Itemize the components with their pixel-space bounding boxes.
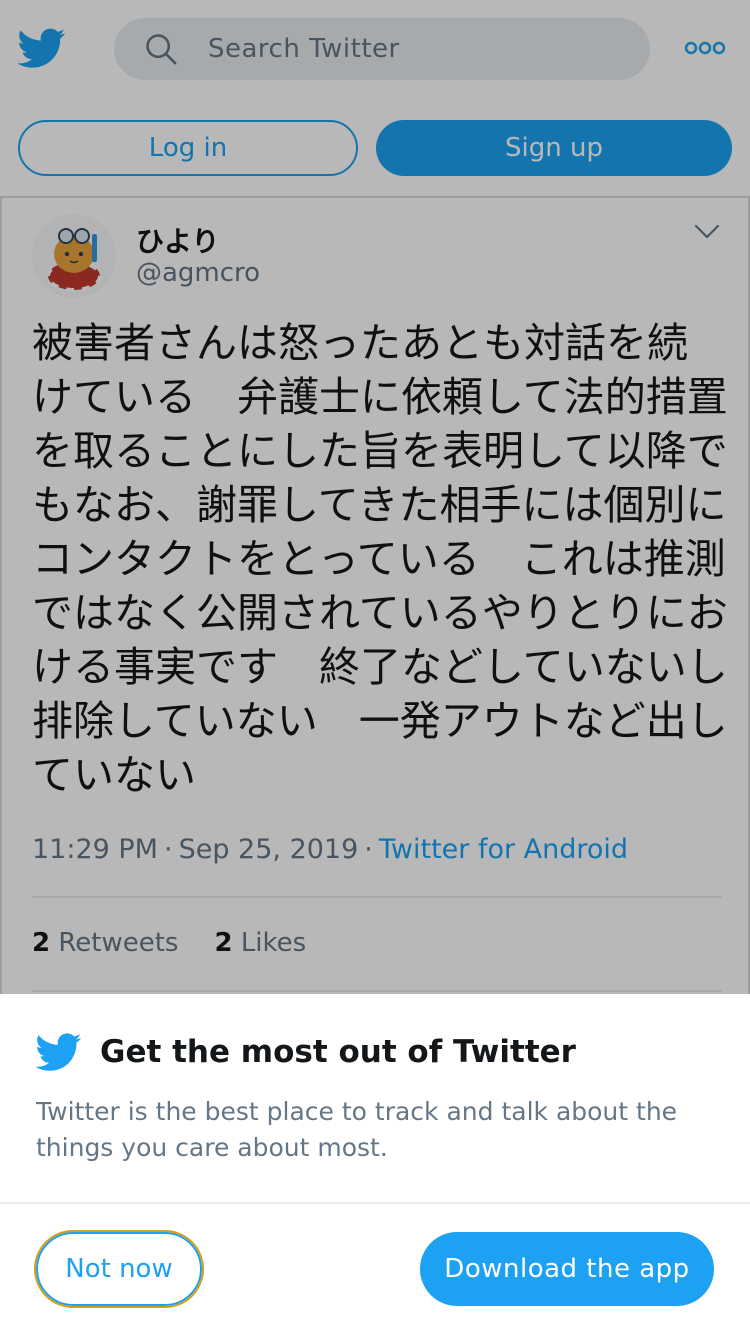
sheet-description: Twitter is the best place to track and t… xyxy=(36,1097,678,1162)
divider xyxy=(0,1202,750,1204)
download-app-button[interactable]: Download the app xyxy=(420,1232,714,1306)
modal-backdrop[interactable] xyxy=(0,0,750,994)
app-promo-sheet: Get the most out of Twitter Twitter is t… xyxy=(0,994,750,1334)
twitter-bird-icon xyxy=(36,1033,82,1071)
sheet-title: Get the most out of Twitter xyxy=(100,1034,576,1070)
not-now-button[interactable]: Not now xyxy=(34,1230,204,1308)
